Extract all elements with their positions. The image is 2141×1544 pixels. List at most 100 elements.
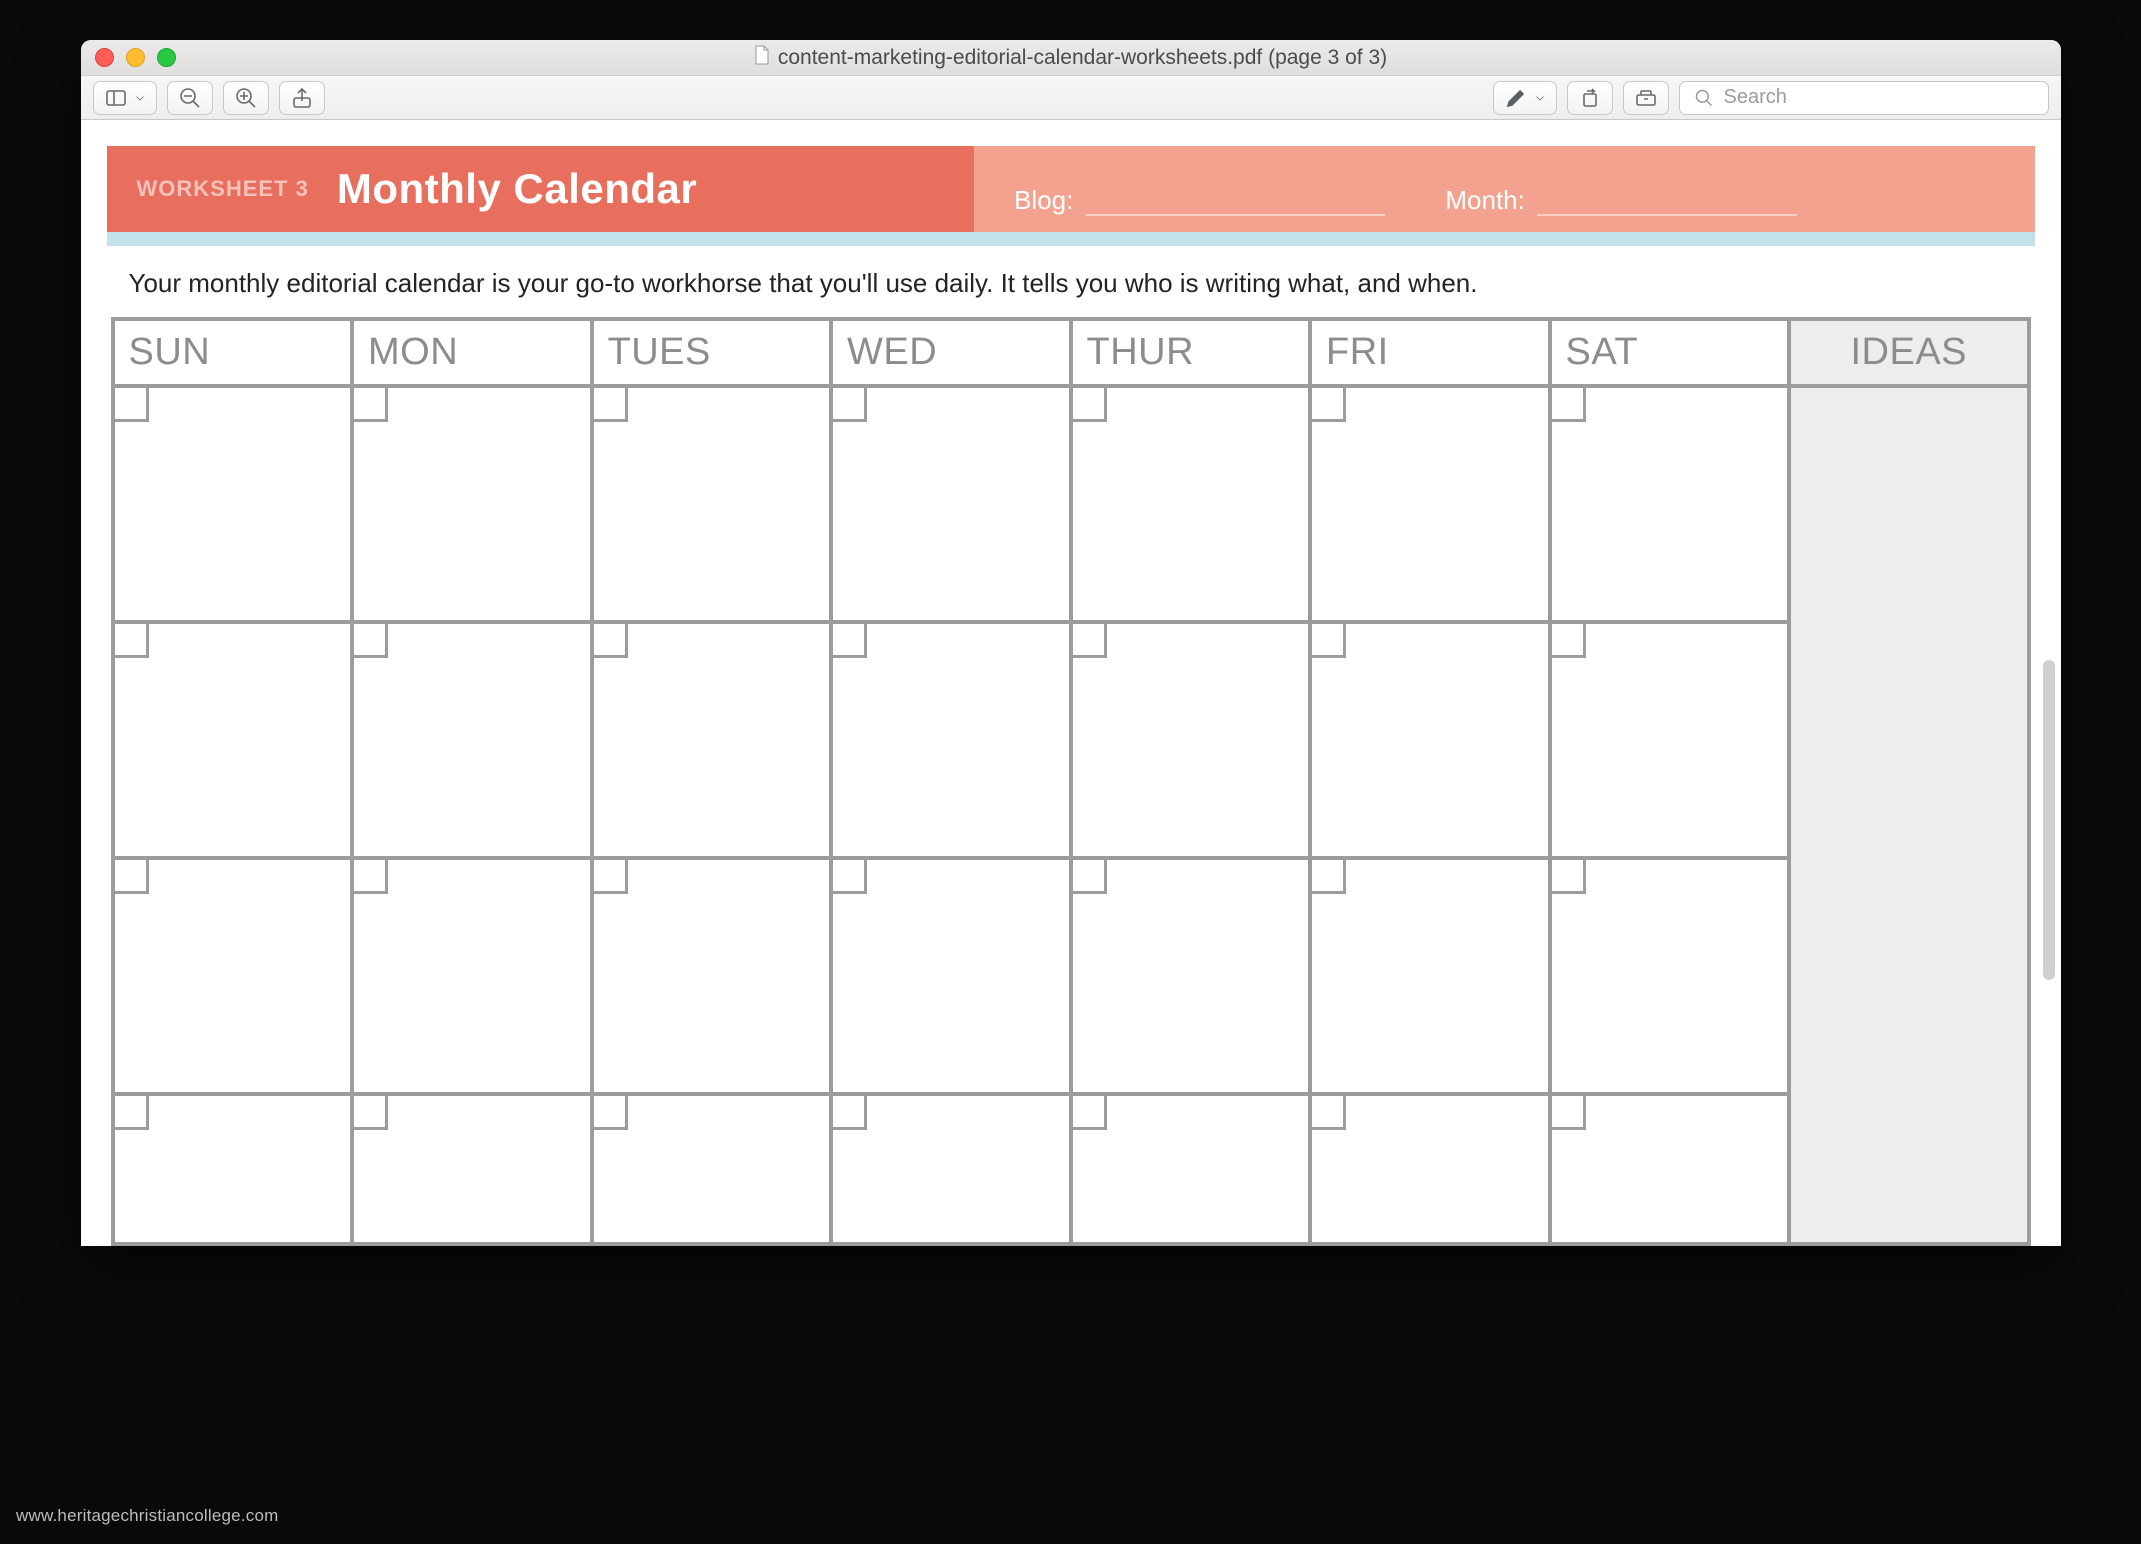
- calendar-cell: [592, 622, 832, 858]
- watermark-text: www.heritagechristiancollege.com: [16, 1506, 278, 1526]
- calendar-cell: [1550, 622, 1790, 858]
- worksheet-number: WORKSHEET 3: [137, 176, 309, 202]
- minimize-window-button[interactable]: [126, 48, 145, 67]
- calendar-cell: [1550, 386, 1790, 622]
- calendar-cell: [1550, 1094, 1790, 1244]
- blog-field: Blog:: [1014, 185, 1385, 216]
- calendar-cell: [1071, 386, 1311, 622]
- calendar-cell: [1310, 622, 1550, 858]
- calendar-cell: [352, 622, 592, 858]
- calendar-cell: [352, 858, 592, 1094]
- date-box: [354, 1096, 388, 1130]
- calendar-cell: [831, 622, 1071, 858]
- calendar-cell: [113, 1094, 353, 1244]
- fullscreen-window-button[interactable]: [157, 48, 176, 67]
- sidebar-toggle-button[interactable]: [93, 81, 157, 115]
- date-box: [1312, 388, 1346, 422]
- date-box: [594, 624, 628, 658]
- ideas-header: IDEAS: [1789, 319, 2029, 386]
- pdf-page: WORKSHEET 3 Monthly Calendar Blog: Month…: [107, 146, 2035, 1246]
- toolbar: Search: [81, 76, 2061, 120]
- calendar-cell: [831, 1094, 1071, 1244]
- date-box: [1073, 1096, 1107, 1130]
- day-header-sat: SAT: [1550, 319, 1790, 386]
- date-box: [833, 1096, 867, 1130]
- zoom-in-button[interactable]: [223, 81, 269, 115]
- document-viewport: WORKSHEET 3 Monthly Calendar Blog: Month…: [81, 120, 2061, 1246]
- calendar-cell: [113, 622, 353, 858]
- calendar-cell: [113, 858, 353, 1094]
- search-icon: [1694, 88, 1714, 108]
- window-title: content-marketing-editorial-calendar-wor…: [81, 45, 2061, 71]
- date-box: [1073, 860, 1107, 894]
- day-header-mon: MON: [352, 319, 592, 386]
- calendar-cell: [352, 386, 592, 622]
- date-box: [1552, 860, 1586, 894]
- inspector-button[interactable]: [1623, 81, 1669, 115]
- close-window-button[interactable]: [95, 48, 114, 67]
- date-box: [115, 388, 149, 422]
- ideas-column: [1789, 386, 2029, 1244]
- date-box: [1312, 624, 1346, 658]
- date-box: [1552, 388, 1586, 422]
- calendar-cell: [1310, 386, 1550, 622]
- date-box: [594, 388, 628, 422]
- day-header-thur: THUR: [1071, 319, 1311, 386]
- date-box: [594, 860, 628, 894]
- calendar-row: [113, 386, 2029, 622]
- share-button[interactable]: [279, 81, 325, 115]
- calendar-row: [113, 1094, 2029, 1244]
- calendar-cell: [1071, 858, 1311, 1094]
- date-box: [1552, 624, 1586, 658]
- calendar-cell: [113, 386, 353, 622]
- banner-left: WORKSHEET 3 Monthly Calendar: [107, 146, 975, 232]
- calendar-cell: [831, 386, 1071, 622]
- blog-label: Blog:: [1014, 185, 1073, 216]
- date-box: [354, 388, 388, 422]
- day-header-sun: SUN: [113, 319, 353, 386]
- rotate-button[interactable]: [1567, 81, 1613, 115]
- calendar-cell: [1071, 1094, 1311, 1244]
- calendar-row: [113, 858, 2029, 1094]
- date-box: [1552, 1096, 1586, 1130]
- day-header-fri: FRI: [1310, 319, 1550, 386]
- date-box: [833, 624, 867, 658]
- date-box: [115, 860, 149, 894]
- calendar-header-row: SUN MON TUES WED THUR FRI SAT IDEAS: [113, 319, 2029, 386]
- date-box: [1073, 388, 1107, 422]
- banner-right: Blog: Month:: [974, 146, 2034, 232]
- blog-underline: [1085, 212, 1385, 216]
- search-placeholder: Search: [1724, 86, 1787, 109]
- date-box: [1312, 860, 1346, 894]
- day-header-wed: WED: [831, 319, 1071, 386]
- calendar-cell: [592, 1094, 832, 1244]
- month-field: Month:: [1445, 185, 1797, 216]
- date-box: [354, 860, 388, 894]
- calendar-cell: [592, 386, 832, 622]
- calendar-cell: [352, 1094, 592, 1244]
- search-field[interactable]: Search: [1679, 81, 2049, 115]
- date-box: [1312, 1096, 1346, 1130]
- month-underline: [1537, 212, 1797, 216]
- zoom-out-button[interactable]: [167, 81, 213, 115]
- month-label: Month:: [1445, 185, 1525, 216]
- calendar-cell: [1071, 622, 1311, 858]
- date-box: [594, 1096, 628, 1130]
- date-box: [354, 624, 388, 658]
- markup-button[interactable]: [1493, 81, 1557, 115]
- document-icon: [754, 45, 770, 71]
- calendar-row: [113, 622, 2029, 858]
- window-title-text: content-marketing-editorial-calendar-wor…: [778, 46, 1387, 70]
- date-box: [833, 388, 867, 422]
- date-box: [115, 1096, 149, 1130]
- calendar-cell: [1310, 1094, 1550, 1244]
- preview-window: content-marketing-editorial-calendar-wor…: [81, 40, 2061, 1246]
- calendar-grid: SUN MON TUES WED THUR FRI SAT IDEAS: [107, 309, 2035, 1246]
- worksheet-banner: WORKSHEET 3 Monthly Calendar Blog: Month…: [107, 146, 2035, 232]
- intro-text: Your monthly editorial calendar is your …: [107, 246, 2035, 309]
- day-header-tues: TUES: [592, 319, 832, 386]
- window-controls: [81, 48, 176, 67]
- calendar-cell: [1310, 858, 1550, 1094]
- worksheet-title: Monthly Calendar: [337, 165, 697, 213]
- vertical-scrollbar[interactable]: [2043, 660, 2055, 980]
